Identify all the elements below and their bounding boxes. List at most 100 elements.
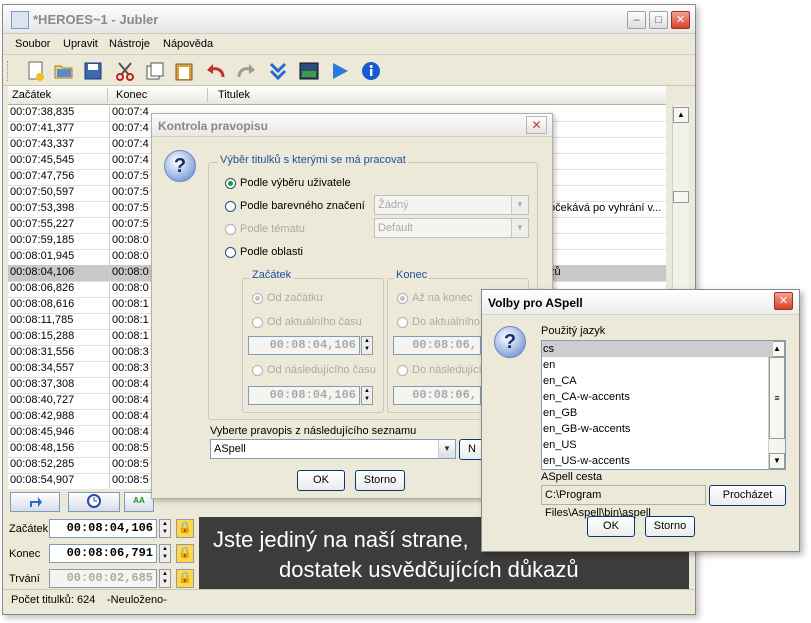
preview-image-icon[interactable]	[298, 60, 320, 82]
start-next-spinner[interactable]: ▲ ▼	[361, 386, 373, 405]
language-item[interactable]: en	[542, 357, 773, 373]
lock-icon[interactable]: 🔒	[176, 569, 194, 588]
radio-by-theme[interactable]	[225, 224, 236, 235]
minimize-button[interactable]: –	[627, 11, 646, 29]
aspell-cancel-button[interactable]: Storno	[645, 516, 695, 537]
toolbar-grip[interactable]	[7, 61, 11, 81]
language-item[interactable]: en_GB	[542, 405, 773, 421]
duration-spinner[interactable]: ▲ ▼	[159, 569, 171, 588]
cell-end: 00:08:4	[109, 394, 149, 409]
start-current-spinner[interactable]: ▲ ▼	[361, 336, 373, 355]
radio-from-current[interactable]	[252, 317, 263, 328]
menu-soubor[interactable]: Soubor	[15, 38, 50, 50]
start-spinner[interactable]: ▲ ▼	[159, 519, 171, 538]
toolbar	[3, 54, 695, 86]
cell-end: 00:08:1	[109, 314, 149, 329]
question-icon: ?	[164, 150, 196, 182]
lock-icon[interactable]: 🔒	[176, 544, 194, 563]
menu-upravit[interactable]: Upravit	[63, 38, 98, 50]
radio-to-next[interactable]	[397, 365, 408, 376]
radio-by-selection[interactable]	[225, 178, 236, 189]
column-text[interactable]: Titulek	[218, 89, 250, 101]
play-icon[interactable]	[329, 60, 351, 82]
cut-icon[interactable]	[114, 60, 136, 82]
menu-nastroje[interactable]: Nástroje	[109, 38, 150, 50]
engine-select[interactable]: ASpell ▼	[210, 439, 456, 459]
close-icon[interactable]: ✕	[774, 292, 793, 310]
end-current-time-field[interactable]: 00:08:06,	[393, 336, 481, 355]
cell-start: 00:08:15,288	[10, 330, 75, 342]
duration-label: Trvání	[9, 573, 40, 585]
end-spinner[interactable]: ▲ ▼	[159, 544, 171, 563]
preview-line-1: Jste jediný na naší strane,	[213, 527, 469, 552]
copy-icon[interactable]	[144, 60, 166, 82]
column-end[interactable]: Konec	[116, 89, 147, 101]
cell-start: 00:07:53,398	[10, 202, 75, 214]
duration-field[interactable]: 00:00:02,685	[49, 569, 157, 588]
status-bar: Počet titulků: 624 -Neuloženo-	[3, 589, 695, 610]
language-item[interactable]: en_CA	[542, 373, 773, 389]
info-icon[interactable]	[360, 60, 382, 82]
ok-button[interactable]: OK	[297, 470, 345, 491]
goto-button[interactable]	[10, 492, 60, 512]
end-group-title: Konec	[394, 269, 430, 281]
label-from-current: Od aktuálního času	[267, 316, 362, 328]
undo-icon[interactable]	[205, 60, 227, 82]
aspell-ok-button[interactable]: OK	[587, 516, 635, 537]
lock-icon[interactable]: 🔒	[176, 519, 194, 538]
dialog-title: Kontrola pravopisu	[158, 119, 269, 133]
cell-start: 00:07:38,835	[10, 106, 75, 118]
maximize-button[interactable]: □	[649, 11, 668, 29]
cell-end: 00:08:0	[109, 282, 149, 297]
radio-by-color[interactable]	[225, 201, 236, 212]
language-item[interactable]: cs	[542, 341, 773, 357]
new-file-icon[interactable]	[25, 60, 47, 82]
radio-from-start[interactable]	[252, 293, 263, 304]
end-time-field[interactable]: 00:08:06,791	[49, 544, 157, 563]
language-item[interactable]: en_GB-w-accents	[542, 421, 773, 437]
waveform-icon[interactable]: ᴬᴬ	[124, 492, 154, 512]
open-folder-icon[interactable]	[53, 60, 75, 82]
column-start[interactable]: Začátek	[12, 89, 51, 101]
language-item[interactable]: en_US-w-accents	[542, 453, 773, 469]
menu-bar: Soubor Upravit Nástroje Nápověda	[3, 34, 695, 54]
cell-text: očekává po vyhrání v...	[549, 202, 662, 214]
cell-end: 00:07:4	[109, 106, 149, 121]
language-list[interactable]: ▲ ≡ ▼ cs en en_CA en_CA-w-accents en_GB en_GB…	[541, 340, 786, 470]
cell-end: 00:07:5	[109, 218, 149, 233]
start-current-time-field[interactable]: 00:08:04,106	[248, 336, 360, 355]
browse-button[interactable]: Procházet	[709, 485, 786, 506]
label-by-theme: Podle tématu	[240, 223, 305, 235]
language-item[interactable]: en_CA-w-accents	[542, 389, 773, 405]
clock-button[interactable]	[68, 492, 120, 512]
redo-icon[interactable]	[235, 60, 257, 82]
color-select-value: Žádný	[378, 199, 409, 211]
aspell-path-field[interactable]: C:\Program Files\Aspell\bin\aspell	[541, 485, 706, 519]
radio-to-end[interactable]	[397, 293, 408, 304]
cell-end: 00:08:4	[109, 426, 149, 441]
radio-by-area[interactable]	[225, 247, 236, 258]
close-icon[interactable]: ✕	[526, 116, 547, 134]
close-button[interactable]: ✕	[671, 11, 690, 29]
theme-select[interactable]: Default ▼	[374, 218, 529, 238]
aspell-options-dialog: Volby pro ASpell ✕ ? Použitý jazyk ▲ ≡ ▼…	[481, 289, 800, 552]
color-select[interactable]: Žádný ▼	[374, 195, 529, 215]
paste-icon[interactable]	[173, 60, 195, 82]
radio-from-next[interactable]	[252, 365, 263, 376]
menu-napoveda[interactable]: Nápověda	[163, 38, 213, 50]
language-item[interactable]: en_US	[542, 437, 773, 453]
scroll-up-icon[interactable]: ▲	[673, 107, 689, 123]
engine-select-value: ASpell	[214, 443, 246, 455]
start-time-field[interactable]: 00:08:04,106	[49, 519, 157, 538]
start-label: Začátek	[9, 523, 49, 535]
end-next-time-field[interactable]: 00:08:06,	[393, 386, 481, 405]
save-icon[interactable]	[82, 60, 104, 82]
start-next-time-field[interactable]: 00:08:04,106	[248, 386, 360, 405]
radio-to-current[interactable]	[397, 317, 408, 328]
save-status: -Neuloženo-	[107, 594, 167, 606]
scroll-thumb[interactable]	[673, 191, 689, 203]
cell-start: 00:07:43,337	[10, 138, 75, 150]
cell-start: 00:08:52,285	[10, 458, 75, 470]
cancel-button[interactable]: Storno	[355, 470, 405, 491]
jump-down-icon[interactable]	[267, 60, 289, 82]
